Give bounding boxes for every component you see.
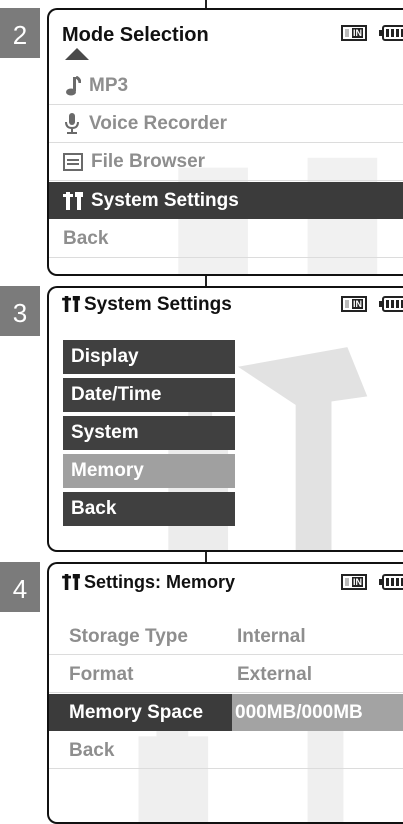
tools-icon — [62, 296, 80, 312]
back-button[interactable]: Back — [63, 492, 235, 526]
tools-icon — [63, 191, 83, 210]
menu-item-label: Voice Recorder — [89, 113, 227, 134]
settings-memory-screen: Settings: Memory IN Storage Type Interna… — [47, 562, 403, 824]
row-value: Internal — [237, 626, 306, 647]
row-label: Format — [69, 664, 134, 685]
connector-line — [205, 0, 207, 8]
battery-icon — [379, 25, 403, 41]
screen-title: Settings: Memory — [62, 572, 235, 593]
tools-icon — [62, 574, 80, 590]
date-time-button[interactable]: Date/Time — [63, 378, 235, 412]
battery-icon — [379, 574, 403, 590]
menu-item-label: MP3 — [89, 75, 129, 96]
microphone-icon — [65, 113, 79, 134]
menu-item-label: File Browser — [91, 151, 206, 172]
step-number: 2 — [0, 8, 40, 58]
input-indicator-icon: IN — [341, 296, 367, 312]
menu-item-voice-recorder[interactable]: Voice Recorder — [49, 106, 403, 143]
menu-item-label: System Settings — [91, 189, 239, 211]
screen-title: System Settings — [62, 294, 232, 316]
menu-item-file-browser[interactable]: File Browser — [49, 144, 403, 181]
memory-space-row[interactable]: Memory Space 000MB/000MB — [49, 694, 403, 731]
row-value: External — [237, 664, 312, 685]
screen-title: Mode Selection — [62, 24, 209, 46]
back-row[interactable]: Back — [49, 732, 403, 769]
menu-item-system-settings[interactable]: System Settings — [49, 182, 403, 219]
row-value: 000MB/000MB — [235, 702, 363, 723]
system-settings-screen: System Settings IN Display Date/Time Sys… — [47, 286, 403, 552]
music-note-icon — [66, 76, 81, 96]
input-indicator-icon: IN — [341, 574, 367, 590]
memory-button[interactable]: Memory — [63, 454, 235, 488]
system-button[interactable]: System — [63, 416, 235, 450]
battery-icon — [379, 296, 403, 312]
step-number: 4 — [0, 562, 40, 612]
menu-item-back[interactable]: Back — [49, 221, 403, 258]
background-tools-art — [138, 701, 344, 822]
input-indicator-icon: IN — [341, 25, 367, 41]
display-button[interactable]: Display — [63, 340, 235, 374]
row-label: Back — [69, 740, 115, 761]
scroll-up-arrow-icon[interactable] — [65, 48, 89, 60]
row-label: Memory Space — [69, 702, 204, 723]
mode-selection-screen: Mode Selection IN MP3 Voice Recorder Fil… — [47, 8, 403, 276]
storage-type-row[interactable]: Storage Type Internal — [49, 618, 403, 655]
document-icon — [63, 153, 83, 171]
step-number: 3 — [0, 286, 40, 336]
menu-item-label: Back — [63, 228, 109, 249]
format-row[interactable]: Format External — [49, 656, 403, 693]
menu-item-mp3[interactable]: MP3 — [49, 68, 403, 105]
row-label: Storage Type — [69, 626, 188, 647]
